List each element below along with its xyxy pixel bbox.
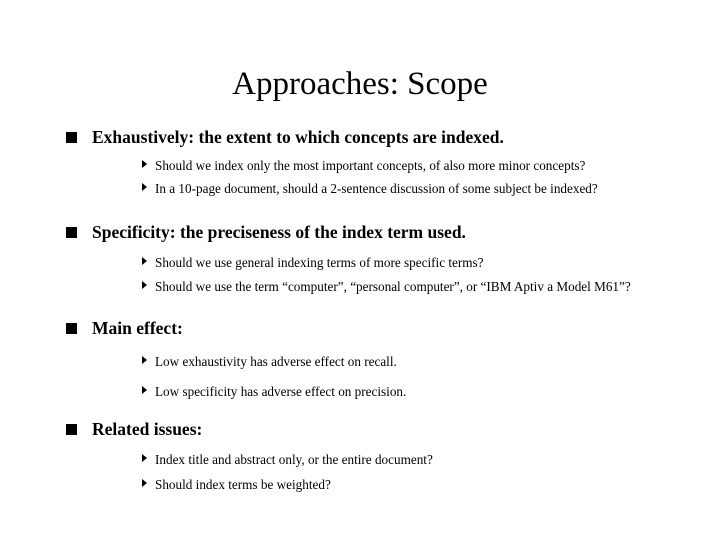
bullet-level2-label: Low specificity has adverse effect on pr… — [155, 383, 407, 399]
bullet-level1: Related issues: — [0, 418, 720, 441]
bullet-level2-label: Should we use general indexing terms of … — [155, 255, 484, 270]
bullet-level2: In a 10-page document, should a 2-senten… — [0, 179, 720, 200]
filled-square-bullet-icon — [66, 132, 77, 143]
bullet-level1-label: Related issues: — [92, 419, 203, 439]
bullet-level1-label: Main effect: — [92, 318, 183, 338]
right-triangle-bullet-icon — [142, 257, 147, 265]
bullet-level2-label: Index title and abstract only, or the en… — [155, 452, 433, 467]
filled-square-bullet-icon — [66, 323, 77, 334]
bullet-level1: Specificity: the preciseness of the inde… — [0, 221, 720, 244]
bullet-level2: Low specificity has adverse effect on pr… — [0, 382, 720, 403]
filled-square-bullet-icon — [66, 424, 77, 435]
right-triangle-bullet-icon — [142, 160, 147, 168]
bullet-level2: Index title and abstract only, or the en… — [0, 450, 720, 471]
bullet-level1-label: Specificity: the preciseness of the inde… — [92, 222, 466, 242]
right-triangle-bullet-icon — [142, 182, 147, 191]
bullet-section: Specificity: the preciseness of the inde… — [0, 221, 720, 297]
bullet-level2: Low exhaustivity has adverse effect on r… — [0, 352, 720, 373]
slide-title: Approaches: Scope — [232, 66, 488, 102]
presentation-slide: Approaches: Scope Exhaustively: the exte… — [0, 0, 720, 540]
slide-body: Exhaustively: the extent to which concep… — [0, 126, 720, 495]
filled-square-bullet-icon — [66, 227, 77, 238]
right-triangle-bullet-icon — [142, 478, 147, 487]
bullet-level2-label: Should we use the term “computer”, “pers… — [155, 278, 631, 294]
bullet-level2: Should index terms be weighted? — [0, 475, 720, 496]
bullet-level2: Should we use general indexing terms of … — [0, 253, 720, 274]
bullet-level2-label: Low exhaustivity has adverse effect on r… — [155, 354, 397, 369]
right-triangle-bullet-icon — [142, 385, 147, 394]
bullet-level2-label: Should we index only the most important … — [155, 158, 586, 173]
bullet-level2-label: In a 10-page document, should a 2-senten… — [155, 180, 598, 196]
bullet-section: Related issues: Index title and abstract… — [0, 418, 720, 495]
bullet-level1: Main effect: — [0, 317, 720, 340]
bullet-section: Exhaustively: the extent to which concep… — [0, 126, 720, 199]
bullet-level2-label: Should index terms be weighted? — [155, 476, 331, 492]
bullet-level2: Should we use the term “computer”, “pers… — [0, 277, 720, 298]
bullet-section: Main effect: Low exhaustivity has advers… — [0, 317, 720, 402]
bullet-level2: Should we index only the most important … — [0, 156, 720, 177]
right-triangle-bullet-icon — [142, 454, 147, 462]
right-triangle-bullet-icon — [142, 356, 147, 364]
bullet-level1-label: Exhaustively: the extent to which concep… — [92, 127, 504, 147]
bullet-level1: Exhaustively: the extent to which concep… — [0, 126, 720, 149]
right-triangle-bullet-icon — [142, 280, 147, 289]
